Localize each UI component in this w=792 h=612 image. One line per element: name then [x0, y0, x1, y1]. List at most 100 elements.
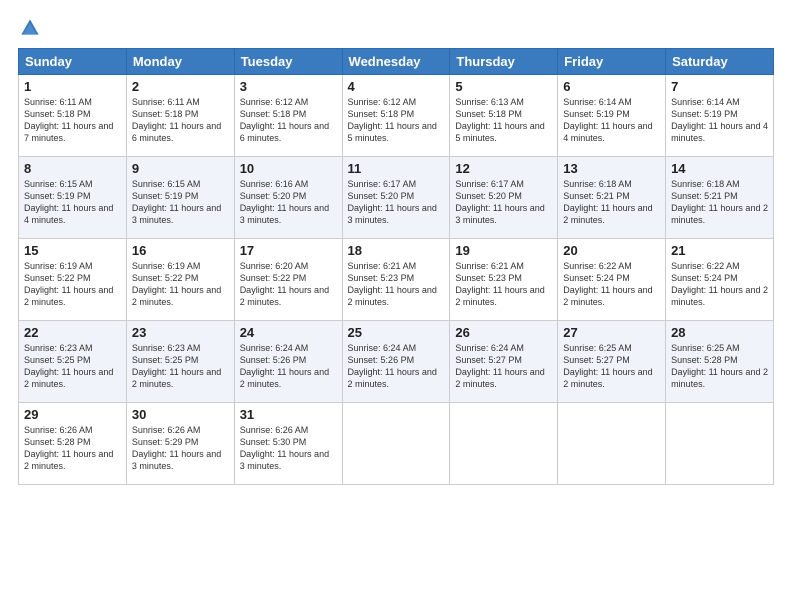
- col-header-sunday: Sunday: [19, 49, 127, 75]
- col-header-saturday: Saturday: [666, 49, 774, 75]
- day-number: 12: [455, 161, 552, 176]
- calendar-cell: [558, 403, 666, 485]
- calendar-cell: 30 Sunrise: 6:26 AMSunset: 5:29 PMDaylig…: [126, 403, 234, 485]
- calendar-cell: 16 Sunrise: 6:19 AMSunset: 5:22 PMDaylig…: [126, 239, 234, 321]
- calendar-cell: 9 Sunrise: 6:15 AMSunset: 5:19 PMDayligh…: [126, 157, 234, 239]
- day-number: 7: [671, 79, 768, 94]
- cell-text: Sunrise: 6:19 AMSunset: 5:22 PMDaylight:…: [24, 261, 113, 307]
- calendar-cell: 28 Sunrise: 6:25 AMSunset: 5:28 PMDaylig…: [666, 321, 774, 403]
- day-number: 4: [348, 79, 445, 94]
- calendar-cell: 24 Sunrise: 6:24 AMSunset: 5:26 PMDaylig…: [234, 321, 342, 403]
- cell-text: Sunrise: 6:24 AMSunset: 5:26 PMDaylight:…: [348, 343, 437, 389]
- day-number: 25: [348, 325, 445, 340]
- calendar-cell: 19 Sunrise: 6:21 AMSunset: 5:23 PMDaylig…: [450, 239, 558, 321]
- calendar-cell: [450, 403, 558, 485]
- cell-text: Sunrise: 6:11 AMSunset: 5:18 PMDaylight:…: [24, 97, 113, 143]
- day-number: 20: [563, 243, 660, 258]
- cell-text: Sunrise: 6:11 AMSunset: 5:18 PMDaylight:…: [132, 97, 221, 143]
- cell-text: Sunrise: 6:24 AMSunset: 5:27 PMDaylight:…: [455, 343, 544, 389]
- calendar-cell: 3 Sunrise: 6:12 AMSunset: 5:18 PMDayligh…: [234, 75, 342, 157]
- calendar-cell: 29 Sunrise: 6:26 AMSunset: 5:28 PMDaylig…: [19, 403, 127, 485]
- cell-text: Sunrise: 6:15 AMSunset: 5:19 PMDaylight:…: [132, 179, 221, 225]
- calendar-week-row: 1 Sunrise: 6:11 AMSunset: 5:18 PMDayligh…: [19, 75, 774, 157]
- day-number: 3: [240, 79, 337, 94]
- col-header-tuesday: Tuesday: [234, 49, 342, 75]
- calendar-header-row: SundayMondayTuesdayWednesdayThursdayFrid…: [19, 49, 774, 75]
- cell-text: Sunrise: 6:16 AMSunset: 5:20 PMDaylight:…: [240, 179, 329, 225]
- cell-text: Sunrise: 6:21 AMSunset: 5:23 PMDaylight:…: [455, 261, 544, 307]
- day-number: 11: [348, 161, 445, 176]
- col-header-friday: Friday: [558, 49, 666, 75]
- day-number: 22: [24, 325, 121, 340]
- day-number: 18: [348, 243, 445, 258]
- cell-text: Sunrise: 6:12 AMSunset: 5:18 PMDaylight:…: [348, 97, 437, 143]
- cell-text: Sunrise: 6:14 AMSunset: 5:19 PMDaylight:…: [671, 97, 768, 143]
- calendar-cell: 7 Sunrise: 6:14 AMSunset: 5:19 PMDayligh…: [666, 75, 774, 157]
- day-number: 26: [455, 325, 552, 340]
- header: [18, 18, 774, 38]
- calendar-cell: 12 Sunrise: 6:17 AMSunset: 5:20 PMDaylig…: [450, 157, 558, 239]
- calendar-cell: [342, 403, 450, 485]
- day-number: 8: [24, 161, 121, 176]
- calendar-cell: 6 Sunrise: 6:14 AMSunset: 5:19 PMDayligh…: [558, 75, 666, 157]
- cell-text: Sunrise: 6:15 AMSunset: 5:19 PMDaylight:…: [24, 179, 113, 225]
- calendar-table: SundayMondayTuesdayWednesdayThursdayFrid…: [18, 48, 774, 485]
- cell-text: Sunrise: 6:26 AMSunset: 5:29 PMDaylight:…: [132, 425, 221, 471]
- cell-text: Sunrise: 6:26 AMSunset: 5:28 PMDaylight:…: [24, 425, 113, 471]
- cell-text: Sunrise: 6:26 AMSunset: 5:30 PMDaylight:…: [240, 425, 329, 471]
- calendar-week-row: 15 Sunrise: 6:19 AMSunset: 5:22 PMDaylig…: [19, 239, 774, 321]
- cell-text: Sunrise: 6:14 AMSunset: 5:19 PMDaylight:…: [563, 97, 652, 143]
- cell-text: Sunrise: 6:21 AMSunset: 5:23 PMDaylight:…: [348, 261, 437, 307]
- page: SundayMondayTuesdayWednesdayThursdayFrid…: [0, 0, 792, 612]
- day-number: 31: [240, 407, 337, 422]
- cell-text: Sunrise: 6:23 AMSunset: 5:25 PMDaylight:…: [132, 343, 221, 389]
- logo: [18, 18, 42, 38]
- calendar-cell: 14 Sunrise: 6:18 AMSunset: 5:21 PMDaylig…: [666, 157, 774, 239]
- calendar-cell: 22 Sunrise: 6:23 AMSunset: 5:25 PMDaylig…: [19, 321, 127, 403]
- calendar-cell: 20 Sunrise: 6:22 AMSunset: 5:24 PMDaylig…: [558, 239, 666, 321]
- day-number: 5: [455, 79, 552, 94]
- cell-text: Sunrise: 6:18 AMSunset: 5:21 PMDaylight:…: [563, 179, 652, 225]
- cell-text: Sunrise: 6:17 AMSunset: 5:20 PMDaylight:…: [455, 179, 544, 225]
- calendar-week-row: 29 Sunrise: 6:26 AMSunset: 5:28 PMDaylig…: [19, 403, 774, 485]
- calendar-cell: 2 Sunrise: 6:11 AMSunset: 5:18 PMDayligh…: [126, 75, 234, 157]
- day-number: 30: [132, 407, 229, 422]
- day-number: 6: [563, 79, 660, 94]
- calendar-week-row: 8 Sunrise: 6:15 AMSunset: 5:19 PMDayligh…: [19, 157, 774, 239]
- calendar-cell: 21 Sunrise: 6:22 AMSunset: 5:24 PMDaylig…: [666, 239, 774, 321]
- cell-text: Sunrise: 6:23 AMSunset: 5:25 PMDaylight:…: [24, 343, 113, 389]
- calendar-cell: 27 Sunrise: 6:25 AMSunset: 5:27 PMDaylig…: [558, 321, 666, 403]
- cell-text: Sunrise: 6:22 AMSunset: 5:24 PMDaylight:…: [671, 261, 768, 307]
- cell-text: Sunrise: 6:25 AMSunset: 5:27 PMDaylight:…: [563, 343, 652, 389]
- calendar-cell: 18 Sunrise: 6:21 AMSunset: 5:23 PMDaylig…: [342, 239, 450, 321]
- day-number: 23: [132, 325, 229, 340]
- calendar-cell: 1 Sunrise: 6:11 AMSunset: 5:18 PMDayligh…: [19, 75, 127, 157]
- col-header-wednesday: Wednesday: [342, 49, 450, 75]
- cell-text: Sunrise: 6:19 AMSunset: 5:22 PMDaylight:…: [132, 261, 221, 307]
- cell-text: Sunrise: 6:18 AMSunset: 5:21 PMDaylight:…: [671, 179, 768, 225]
- day-number: 19: [455, 243, 552, 258]
- calendar-cell: 10 Sunrise: 6:16 AMSunset: 5:20 PMDaylig…: [234, 157, 342, 239]
- cell-text: Sunrise: 6:22 AMSunset: 5:24 PMDaylight:…: [563, 261, 652, 307]
- day-number: 29: [24, 407, 121, 422]
- cell-text: Sunrise: 6:25 AMSunset: 5:28 PMDaylight:…: [671, 343, 768, 389]
- day-number: 2: [132, 79, 229, 94]
- cell-text: Sunrise: 6:20 AMSunset: 5:22 PMDaylight:…: [240, 261, 329, 307]
- day-number: 24: [240, 325, 337, 340]
- day-number: 17: [240, 243, 337, 258]
- calendar-cell: 31 Sunrise: 6:26 AMSunset: 5:30 PMDaylig…: [234, 403, 342, 485]
- calendar-cell: 25 Sunrise: 6:24 AMSunset: 5:26 PMDaylig…: [342, 321, 450, 403]
- cell-text: Sunrise: 6:12 AMSunset: 5:18 PMDaylight:…: [240, 97, 329, 143]
- calendar-cell: 17 Sunrise: 6:20 AMSunset: 5:22 PMDaylig…: [234, 239, 342, 321]
- calendar-cell: 11 Sunrise: 6:17 AMSunset: 5:20 PMDaylig…: [342, 157, 450, 239]
- day-number: 1: [24, 79, 121, 94]
- col-header-thursday: Thursday: [450, 49, 558, 75]
- day-number: 13: [563, 161, 660, 176]
- day-number: 16: [132, 243, 229, 258]
- day-number: 28: [671, 325, 768, 340]
- day-number: 9: [132, 161, 229, 176]
- calendar-cell: 8 Sunrise: 6:15 AMSunset: 5:19 PMDayligh…: [19, 157, 127, 239]
- day-number: 27: [563, 325, 660, 340]
- day-number: 21: [671, 243, 768, 258]
- cell-text: Sunrise: 6:17 AMSunset: 5:20 PMDaylight:…: [348, 179, 437, 225]
